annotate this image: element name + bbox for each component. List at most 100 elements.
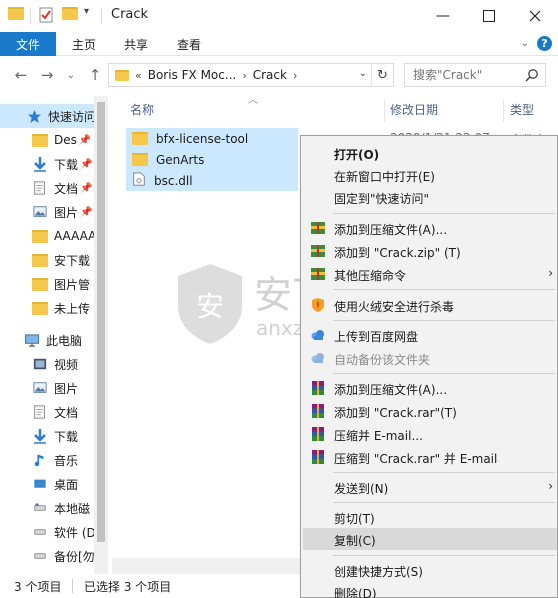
folder-icon (132, 153, 148, 166)
search-box[interactable] (404, 63, 546, 87)
menu-item-auto-backup[interactable]: 自动备份该文件夹 (303, 347, 557, 369)
menu-item-label: 固定到"快速访问" (334, 192, 430, 206)
nav-item-label: 下载 (54, 429, 79, 444)
menu-separator (333, 555, 555, 556)
up-arrow-icon[interactable]: ↑ (86, 66, 104, 84)
search-input[interactable] (413, 68, 523, 82)
folder-icon[interactable] (8, 7, 24, 23)
menu-item-send-to[interactable]: 发送到(N) › (303, 476, 557, 498)
recent-locations-chevron-icon[interactable]: ⌄ (62, 66, 80, 84)
scrollbar-thumb[interactable] (97, 102, 105, 542)
file-name: GenArts (156, 152, 205, 167)
nav-item-quick-access[interactable]: 快速访问 (0, 104, 94, 128)
help-icon[interactable]: ? (537, 36, 552, 51)
column-divider[interactable] (503, 100, 504, 122)
nav-item-label: 图片 (54, 381, 79, 396)
menu-item-other-compress[interactable]: 其他压缩命令 › (303, 263, 557, 285)
expand-ribbon-chevron-icon[interactable]: ⌄ (521, 38, 529, 49)
nav-item-label: 音乐 (54, 453, 79, 468)
address-bar[interactable]: « Boris FX Moc... › Crack › ⌄ ↻ (108, 63, 394, 87)
menu-separator (333, 213, 555, 214)
close-icon (529, 10, 541, 22)
toolbar-divider (30, 8, 31, 24)
file-row[interactable]: GenArts (126, 149, 298, 170)
document-icon (32, 180, 48, 196)
nav-item-downloads-pinned[interactable]: 下载 📌 (0, 152, 94, 176)
menu-item-pin-quick-access[interactable]: 固定到"快速访问" (303, 186, 557, 208)
file-row[interactable]: bfx-license-tool (126, 128, 298, 149)
nav-item-folder[interactable]: 图片管 (0, 272, 94, 296)
menu-item-rar-add-crack-rar[interactable]: 添加到 "Crack.rar"(T) (303, 400, 557, 422)
close-button[interactable] (512, 0, 558, 32)
column-header-date[interactable]: 修改日期 (390, 96, 438, 122)
menu-item-add-crack-zip[interactable]: 添加到 "Crack.zip" (T) (303, 240, 557, 262)
file-tab[interactable]: 文件 (0, 32, 56, 56)
nav-pane-scrollbar[interactable] (94, 96, 108, 574)
nav-item-local-disk[interactable]: 本地磁 (0, 496, 94, 520)
properties-checkmark-icon[interactable] (38, 7, 54, 23)
menu-item-rar-compress-email[interactable]: 压缩并 E-mail... (303, 423, 557, 445)
tab-share[interactable]: 共享 (124, 32, 148, 56)
cloud-backup-icon (310, 350, 326, 366)
menu-item-baidu-upload[interactable]: 上传到百度网盘 (303, 324, 557, 346)
menu-item-create-shortcut[interactable]: 创建快捷方式(S) (303, 559, 557, 581)
tab-home[interactable]: 主页 (72, 32, 96, 56)
customize-quick-access-chevron-icon[interactable]: ▾ (84, 6, 100, 22)
breadcrumb-item[interactable]: Boris FX Moc... (148, 68, 237, 82)
nav-item-this-pc[interactable]: 此电脑 (0, 328, 94, 352)
menu-separator (333, 289, 555, 290)
back-arrow-icon[interactable]: ← (12, 66, 30, 84)
folder-icon (115, 69, 129, 81)
refresh-icon[interactable]: ↻ (371, 64, 393, 86)
nav-item-folder[interactable]: 安下载 (0, 248, 94, 272)
nav-item-label: 视频 (54, 357, 79, 372)
new-folder-icon[interactable] (62, 7, 78, 23)
nav-item-desktop[interactable]: 桌面 (0, 472, 94, 496)
column-header-name[interactable]: 名称 (130, 96, 154, 122)
nav-item-backup-drive[interactable]: 备份[勿 (0, 544, 94, 568)
menu-item-open-new-window[interactable]: 在新窗口中打开(E) (303, 164, 557, 186)
file-name: bfx-license-tool (156, 131, 249, 146)
nav-item-pictures-pinned[interactable]: 图片 📌 (0, 200, 94, 224)
nav-item-label: 软件 (D (54, 525, 94, 540)
nav-item-pictures[interactable]: 图片 (0, 376, 94, 400)
item-count: 3 个项目 (14, 580, 62, 594)
nav-item-desktop-pinned[interactable]: Des 📌 (0, 128, 94, 152)
svg-text:安: 安 (196, 290, 224, 323)
column-header-type[interactable]: 类型 (510, 96, 534, 122)
nav-item-documents-pinned[interactable]: 文档 📌 (0, 176, 94, 200)
menu-item-copy[interactable]: 复制(C) (303, 528, 557, 550)
menu-item-open[interactable]: 打开(O) (303, 142, 557, 164)
forward-arrow-icon[interactable]: → (38, 66, 56, 84)
breadcrumb-item[interactable]: Crack (253, 68, 287, 82)
menu-item-rar-add-archive[interactable]: 添加到压缩文件(A)... (303, 377, 557, 399)
folder-icon (32, 228, 48, 244)
menu-item-delete[interactable]: 删除(D) (303, 581, 557, 598)
menu-item-add-archive[interactable]: 添加到压缩文件(A)... (303, 217, 557, 239)
address-dropdown-icon[interactable]: ⌄ (359, 68, 367, 79)
search-icon[interactable] (525, 68, 539, 82)
nav-item-software-drive[interactable]: 软件 (D (0, 520, 94, 544)
sort-ascending-icon: ︿ (248, 95, 258, 106)
breadcrumb-overflow[interactable]: « (135, 69, 142, 82)
nav-item-folder[interactable]: AAAAA (0, 224, 94, 248)
menu-item-rar-compress-crack-email[interactable]: 压缩到 "Crack.rar" 并 E-mail (303, 446, 557, 468)
nav-item-label: Des (54, 133, 77, 147)
submenu-arrow-icon: › (548, 266, 553, 280)
breadcrumb-chevron-icon[interactable]: › (293, 69, 297, 82)
file-row[interactable]: bsc.dll (126, 170, 298, 191)
nav-item-documents[interactable]: 文档 (0, 400, 94, 424)
menu-item-huorong-scan[interactable]: 使用火绒安全进行杀毒 (303, 294, 557, 316)
minimize-button[interactable]: — (420, 0, 466, 32)
nav-item-videos[interactable]: 视频 (0, 352, 94, 376)
pin-icon: 📌 (80, 158, 93, 170)
nav-item-music[interactable]: 音乐 (0, 448, 94, 472)
nav-item-downloads[interactable]: 下载 (0, 424, 94, 448)
maximize-button[interactable] (466, 0, 512, 32)
column-divider[interactable] (384, 100, 385, 122)
tab-view[interactable]: 查看 (177, 32, 201, 56)
navigation-pane: 快速访问 Des 📌 下载 📌 文档 📌 图片 📌 AAAAA 安下载 图片管 未上传 … (0, 96, 108, 574)
menu-item-cut[interactable]: 剪切(T) (303, 506, 557, 528)
nav-item-folder[interactable]: 未上传 (0, 296, 94, 320)
breadcrumb-chevron-icon[interactable]: › (242, 69, 246, 82)
